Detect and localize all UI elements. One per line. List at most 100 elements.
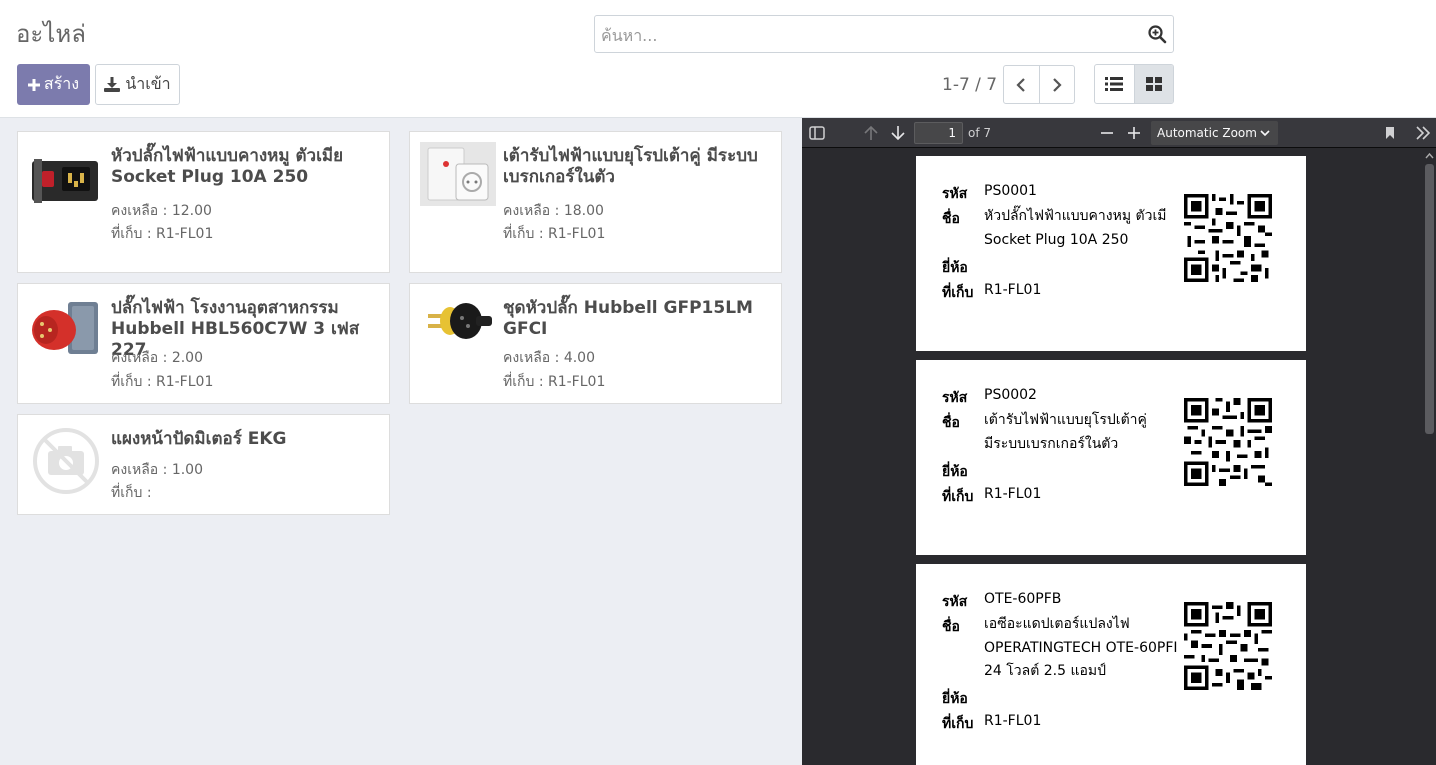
stock-value: 4.00 [563,350,595,366]
create-button[interactable]: สร้าง [17,64,90,105]
card-location: ที่เก็บ : R1-FL01 [111,371,213,393]
card-stock: คงเหลือ : 2.00 [111,347,203,369]
kanban-card[interactable]: หัวปลั๊กไฟฟ้าแบบคางหมู ตัวเมีย Socket Pl… [17,131,390,273]
name-value-line: Socket Plug 10A 250 [984,232,1129,248]
stock-label: คงเหลือ : [111,203,172,219]
kanban-card[interactable]: เต้ารับไฟฟ้าแบบยุโรปเต้าคู่ มีระบบเบรกเก… [409,131,782,273]
industrial-plug-image [32,302,98,354]
pager-buttons [1003,65,1075,104]
code-value: PS0002 [984,387,1037,403]
qr-code-image [1184,398,1272,486]
card-stock: คงเหลือ : 18.00 [503,200,604,222]
bookmark-button[interactable] [1380,123,1400,143]
double-chevron-right-icon [1416,126,1431,140]
qr-code-image [1184,194,1272,282]
search-box[interactable] [594,15,1174,53]
code-value: OTE-60PFB [984,591,1062,607]
pdf-viewer: 1 of 7 Automatic Zoom รหัส PS0001 ชื่อ ห… [802,118,1436,765]
qr-code-image [1184,602,1272,690]
stock-value: 1.00 [171,462,203,478]
location-label: ที่เก็บ : [503,374,548,390]
pager-next-button[interactable] [1038,66,1075,103]
name-value-line: OPERATINGTECH OTE-60PFI [984,640,1178,656]
name-label: ชื่อ [942,211,960,227]
plus-icon [27,78,40,91]
pdf-scrollbar[interactable] [1422,148,1436,765]
name-value-line: เต้ารับไฟฟ้าแบบยุโรปเต้าคู่ [984,412,1147,428]
sidebar-toggle-button[interactable] [806,123,828,143]
location-label: ที่เก็บ [942,489,974,505]
arrow-down-icon [891,126,905,141]
code-label: รหัส [942,186,968,202]
zoom-select-value: Automatic Zoom [1157,126,1257,140]
plus-icon [1128,127,1140,139]
wall-outlet-image [420,142,496,206]
minus-icon [1101,132,1113,134]
previous-page-button[interactable] [860,123,882,143]
grid-icon [1145,77,1162,91]
name-label: ชื่อ [942,619,960,635]
next-page-button[interactable] [887,123,909,143]
stock-label: คงเหลือ : [111,462,172,478]
card-title: เต้ารับไฟฟ้าแบบยุโรปเต้าคู่ มีระบบเบรกเก… [503,146,758,187]
location-label: ที่เก็บ [942,716,974,732]
location-label: ที่เก็บ : [111,485,152,501]
code-label: รหัส [942,390,968,406]
import-button[interactable]: นำเข้า [95,64,180,105]
code-value: PS0001 [984,183,1037,199]
chevron-right-icon [1052,77,1062,92]
download-icon [104,77,121,92]
bookmark-icon [1386,127,1394,139]
stock-label: คงเหลือ : [503,203,564,219]
zoom-select[interactable]: Automatic Zoom [1151,121,1278,145]
kanban-card[interactable]: ปลั๊กไฟฟ้า โรงงานอุตสาหกรรม Hubbell HBL5… [17,283,390,404]
location-value: R1-FL01 [548,374,606,390]
list-icon [1105,77,1124,91]
search-input[interactable] [601,22,1141,48]
kanban-view-button[interactable] [1133,65,1173,103]
page-number-input[interactable]: 1 [914,122,963,144]
no-image-placeholder-icon [33,428,99,494]
card-location: ที่เก็บ : [111,482,152,504]
stock-label: คงเหลือ : [111,350,172,366]
kanban-card[interactable]: ชุดหัวปลั๊ก Hubbell GFP15LM GFCI คงเหลือ… [409,283,782,404]
name-value-line: หัวปลั๊กไฟฟ้าแบบคางหมู ตัวเมี [984,208,1167,224]
card-stock: คงเหลือ : 4.00 [503,347,595,369]
code-label: รหัส [942,594,968,610]
pdf-page: รหัส PS0002 ชื่อ เต้ารับไฟฟ้าแบบยุโรปเต้… [916,360,1306,555]
brand-label: ยี่ห้อ [942,260,968,276]
zoom-in-button[interactable] [1123,123,1145,143]
import-button-label: นำเข้า [125,74,171,93]
location-value: R1-FL01 [984,713,1042,729]
kanban-card[interactable]: แผงหน้าปัดมิเตอร์ EKG คงเหลือ : 1.00 ที่… [17,414,390,515]
list-view-button[interactable] [1095,65,1134,103]
zoom-out-button[interactable] [1096,123,1118,143]
card-title: แผงหน้าปัดมิเตอร์ EKG [111,429,287,449]
name-value-line: 24 โวลต์ 2.5 แอมป์ [984,663,1107,679]
stock-value: 12.00 [171,203,212,219]
pdf-page: รหัส OTE-60PFB ชื่อ เอซีอะแดปเตอร์แปลงไฟ… [916,564,1306,765]
location-label: ที่เก็บ [942,285,974,301]
pdf-toolbar: 1 of 7 Automatic Zoom [802,118,1436,148]
card-location: ที่เก็บ : R1-FL01 [503,371,605,393]
arrow-up-icon [864,125,878,140]
gfci-plug-image [428,303,492,339]
location-value: R1-FL01 [156,374,214,390]
brand-label: ยี่ห้อ [942,464,968,480]
pager-value[interactable]: 1-7 / 7 [942,75,997,95]
pager-previous-button[interactable] [1004,66,1039,103]
card-stock: คงเหลือ : 12.00 [111,200,212,222]
card-location: ที่เก็บ : R1-FL01 [111,223,213,245]
brand-label: ยี่ห้อ [942,691,968,707]
chevron-down-icon [1260,130,1270,137]
tools-button[interactable] [1412,123,1434,143]
pdf-scrollbar-thumb[interactable] [1425,164,1434,434]
card-location: ที่เก็บ : R1-FL01 [503,223,605,245]
view-switcher [1094,64,1174,104]
name-label: ชื่อ [942,415,960,431]
scroll-up-icon[interactable] [1425,152,1434,159]
location-value: R1-FL01 [984,486,1042,502]
search-plus-icon[interactable] [1147,24,1167,44]
name-value-line: เอซีอะแดปเตอร์แปลงไฟ [984,616,1130,632]
sidebar-toggle-icon [809,126,825,140]
